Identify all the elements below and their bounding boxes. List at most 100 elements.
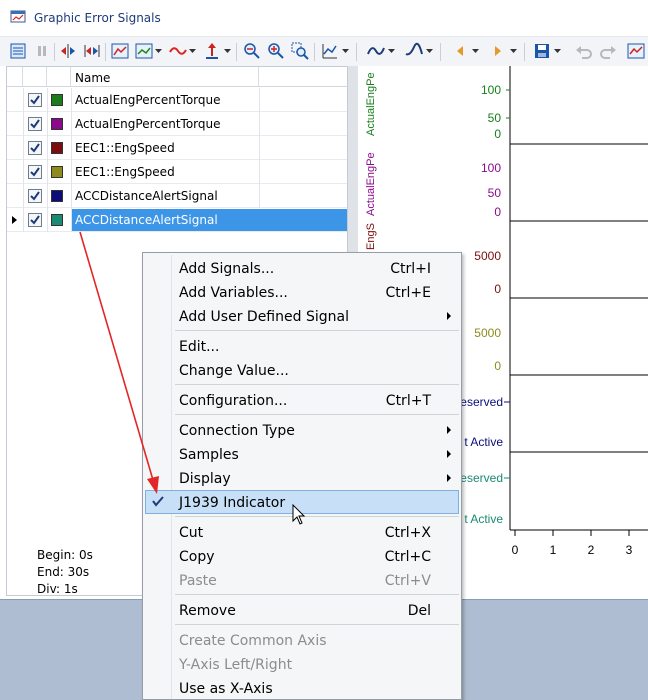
- signal-visible-checkbox[interactable]: [28, 165, 42, 179]
- signal-visible-checkbox[interactable]: [28, 213, 42, 227]
- signal-color-swatch[interactable]: [51, 214, 63, 226]
- window-icon: [10, 10, 26, 23]
- chevron-down-icon[interactable]: [554, 49, 561, 54]
- menu-item-remove[interactable]: Remove Del: [143, 598, 461, 622]
- menu-item-shortcut: Ctrl+C: [384, 549, 431, 565]
- signal-visible-checkbox[interactable]: [28, 141, 42, 155]
- y-tick-label: 50: [488, 111, 502, 125]
- y-tick-label: 5000: [474, 326, 501, 340]
- menu-item-label: Configuration...: [179, 393, 288, 409]
- signal-color-swatch[interactable]: [51, 190, 63, 202]
- check-icon: [30, 215, 40, 225]
- menu-item-shortcut: Ctrl+I: [390, 261, 431, 277]
- submenu-arrow-icon: [447, 474, 451, 482]
- chart-options-icon[interactable]: [134, 41, 154, 61]
- row-divider: [259, 184, 260, 208]
- menu-item-create-common-axis[interactable]: Create Common Axis: [143, 628, 461, 652]
- time-range-info: Begin: 0s End: 30s Div: 1s: [37, 547, 93, 598]
- signal-row-selected[interactable]: ACCDistanceAlertSignal: [7, 208, 347, 232]
- menu-item-shortcut: Ctrl+X: [384, 525, 431, 541]
- time-div: Div: 1s: [37, 582, 78, 596]
- menu-item-display[interactable]: Display: [143, 466, 461, 490]
- menu-separator: [175, 330, 459, 331]
- signal-name: ActualEngPercentTorque: [75, 93, 221, 107]
- menu-item-label: Add User Defined Signal: [179, 309, 349, 325]
- redo-icon[interactable]: [598, 41, 618, 61]
- curve-alt-icon[interactable]: [404, 41, 424, 61]
- menu-item-copy[interactable]: Copy Ctrl+C: [143, 544, 461, 568]
- signal-visible-checkbox[interactable]: [28, 117, 42, 131]
- chevron-down-icon[interactable]: [155, 49, 162, 54]
- chevron-down-icon[interactable]: [342, 49, 349, 54]
- signal-name: EEC1::EngSpeed: [75, 141, 175, 155]
- menu-item-shortcut: Ctrl+V: [384, 573, 431, 589]
- submenu-arrow-icon: [447, 426, 451, 434]
- menu-item-add-user-defined-signal[interactable]: Add User Defined Signal: [143, 304, 461, 328]
- y-tick-label: 5000: [474, 249, 501, 263]
- menu-item-add-variables[interactable]: Add Variables... Ctrl+E: [143, 280, 461, 304]
- row-divider: [47, 112, 48, 136]
- chart-icon[interactable]: [110, 41, 130, 61]
- zoom-box-icon[interactable]: [290, 41, 310, 61]
- zoom-x-icon[interactable]: [58, 41, 78, 61]
- menu-item-configuration[interactable]: Configuration... Ctrl+T: [143, 388, 461, 412]
- signal-row[interactable]: ActualEngPercentTorque: [7, 112, 347, 136]
- toolbar-separator: [105, 43, 106, 61]
- chevron-down-icon[interactable]: [388, 49, 395, 54]
- check-icon: [30, 191, 40, 201]
- signal-row[interactable]: ActualEngPercentTorque: [7, 88, 347, 112]
- header-color-col: [47, 67, 71, 87]
- menu-item-add-signals[interactable]: Add Signals... Ctrl+I: [143, 256, 461, 280]
- menu-separator: [175, 516, 459, 517]
- signal-row[interactable]: ACCDistanceAlertSignal: [7, 184, 347, 208]
- zoom-in-icon[interactable]: [266, 41, 286, 61]
- layout-icon[interactable]: [626, 41, 646, 61]
- row-divider: [23, 88, 24, 112]
- signal-row[interactable]: EEC1::EngSpeed: [7, 160, 347, 184]
- header-name-col: [71, 67, 259, 87]
- toolbar-separator: [314, 43, 315, 61]
- menu-item-use-as-x-axis[interactable]: Use as X-Axis: [143, 676, 461, 700]
- signal-visible-checkbox[interactable]: [28, 189, 42, 203]
- menu-item-label: Cut: [179, 525, 204, 541]
- chevron-down-icon[interactable]: [426, 49, 433, 54]
- chart-type-icon[interactable]: [320, 41, 340, 61]
- menu-item-change-value[interactable]: Change Value...: [143, 358, 461, 382]
- pause-icon[interactable]: [32, 41, 52, 61]
- chevron-down-icon[interactable]: [189, 49, 196, 54]
- signal-color-swatch[interactable]: [51, 118, 63, 130]
- signal-visible-checkbox[interactable]: [28, 93, 42, 107]
- undo-icon[interactable]: [574, 41, 594, 61]
- menu-separator: [175, 414, 459, 415]
- menu-item-y-axis-left-right[interactable]: Y-Axis Left/Right: [143, 652, 461, 676]
- curve-icon[interactable]: [366, 41, 386, 61]
- prev-icon[interactable]: [450, 41, 470, 61]
- signal-color-swatch[interactable]: [51, 94, 63, 106]
- fit-x-icon[interactable]: [82, 41, 102, 61]
- time-begin: Begin: 0s: [37, 548, 93, 562]
- signal-name: ACCDistanceAlertSignal: [75, 189, 218, 203]
- save-icon[interactable]: [532, 41, 552, 61]
- signal-name: ACCDistanceAlertSignal: [75, 213, 218, 227]
- signal-grid-header: Name: [7, 67, 347, 87]
- menu-item-samples[interactable]: Samples: [143, 442, 461, 466]
- row-divider: [71, 160, 72, 184]
- header-row-indicator: [7, 67, 23, 87]
- axis-icon[interactable]: [202, 41, 222, 61]
- menu-item-label: Copy: [179, 549, 215, 565]
- menu-item-paste[interactable]: Paste Ctrl+V: [143, 568, 461, 592]
- zoom-out-icon[interactable]: [242, 41, 262, 61]
- menu-item-edit[interactable]: Edit...: [143, 334, 461, 358]
- next-icon[interactable]: [488, 41, 508, 61]
- signal-row[interactable]: EEC1::EngSpeed: [7, 136, 347, 160]
- chevron-down-icon[interactable]: [510, 49, 517, 54]
- signal-color-swatch[interactable]: [51, 166, 63, 178]
- signal-list-icon[interactable]: [8, 41, 28, 61]
- chevron-down-icon[interactable]: [224, 49, 231, 54]
- menu-item-connection-type[interactable]: Connection Type: [143, 418, 461, 442]
- signal-color-swatch[interactable]: [51, 142, 63, 154]
- wave-icon[interactable]: [168, 41, 188, 61]
- row-divider: [71, 112, 72, 136]
- row-divider: [71, 88, 72, 112]
- chevron-down-icon[interactable]: [472, 49, 479, 54]
